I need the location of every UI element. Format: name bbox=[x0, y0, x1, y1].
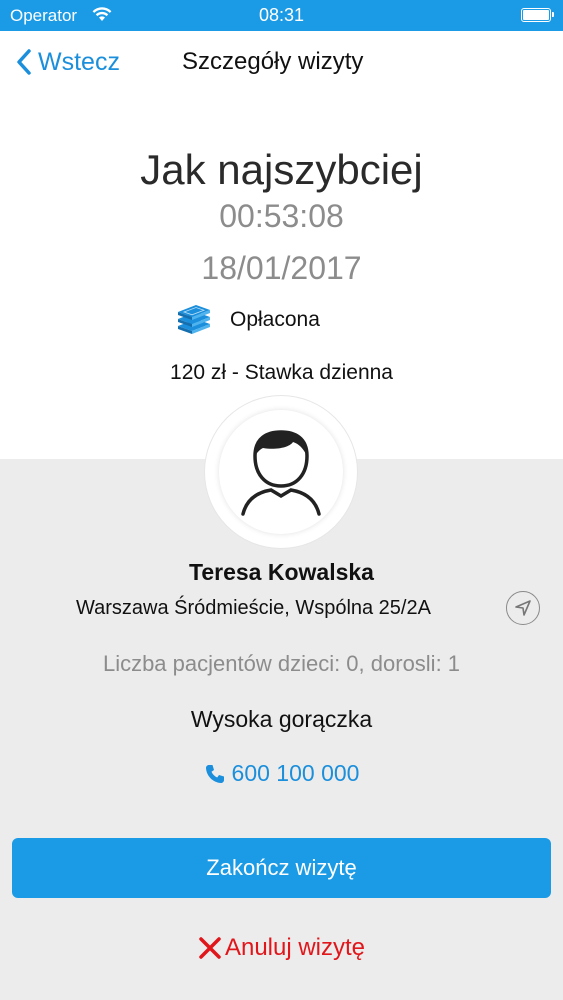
visit-summary-panel bbox=[0, 31, 563, 459]
cancel-visit-button[interactable]: Anuluj wizytę bbox=[0, 934, 563, 962]
back-button[interactable]: Wstecz bbox=[16, 44, 120, 80]
chevron-left-icon bbox=[17, 49, 31, 75]
patient-name: Teresa Kowalska bbox=[189, 559, 374, 585]
close-x-icon bbox=[199, 937, 221, 959]
clock: 08:31 bbox=[258, 5, 305, 25]
visit-time-label: Jak najszybciej bbox=[140, 146, 423, 193]
navigate-button[interactable] bbox=[506, 591, 540, 625]
patient-address: Warszawa Śródmieście, Wspólna 25/2A bbox=[76, 597, 431, 619]
status-bar: Operator 08:31 bbox=[0, 0, 563, 31]
money-stack-icon bbox=[178, 305, 210, 334]
payment-status: Opłacona bbox=[174, 302, 320, 338]
cancel-visit-label: Anuluj wizytę bbox=[224, 934, 366, 961]
phone-link[interactable]: 600 100 000 bbox=[0, 760, 563, 787]
finish-visit-button[interactable]: Zakończ wizytę bbox=[12, 838, 551, 898]
page-title: Szczegóły wizyty bbox=[182, 48, 364, 75]
phone-number: 600 100 000 bbox=[231, 760, 360, 786]
user-avatar-icon bbox=[219, 410, 343, 534]
visit-timer: 00:53:08 bbox=[219, 198, 344, 234]
navigation-arrow-icon bbox=[515, 600, 531, 616]
visit-date: 18/01/2017 bbox=[201, 250, 362, 286]
payment-status-label: Opłacona bbox=[230, 308, 320, 331]
phone-icon bbox=[205, 764, 224, 783]
visit-symptom: Wysoka gorączka bbox=[190, 706, 373, 732]
patients-count: Liczba pacjentów dzieci: 0, dorosli: 1 bbox=[102, 651, 461, 676]
avatar bbox=[205, 396, 357, 548]
visit-rate: 120 zł - Stawka dzienna bbox=[170, 361, 393, 384]
battery-icon bbox=[521, 8, 554, 22]
back-label: Wstecz bbox=[38, 47, 120, 76]
